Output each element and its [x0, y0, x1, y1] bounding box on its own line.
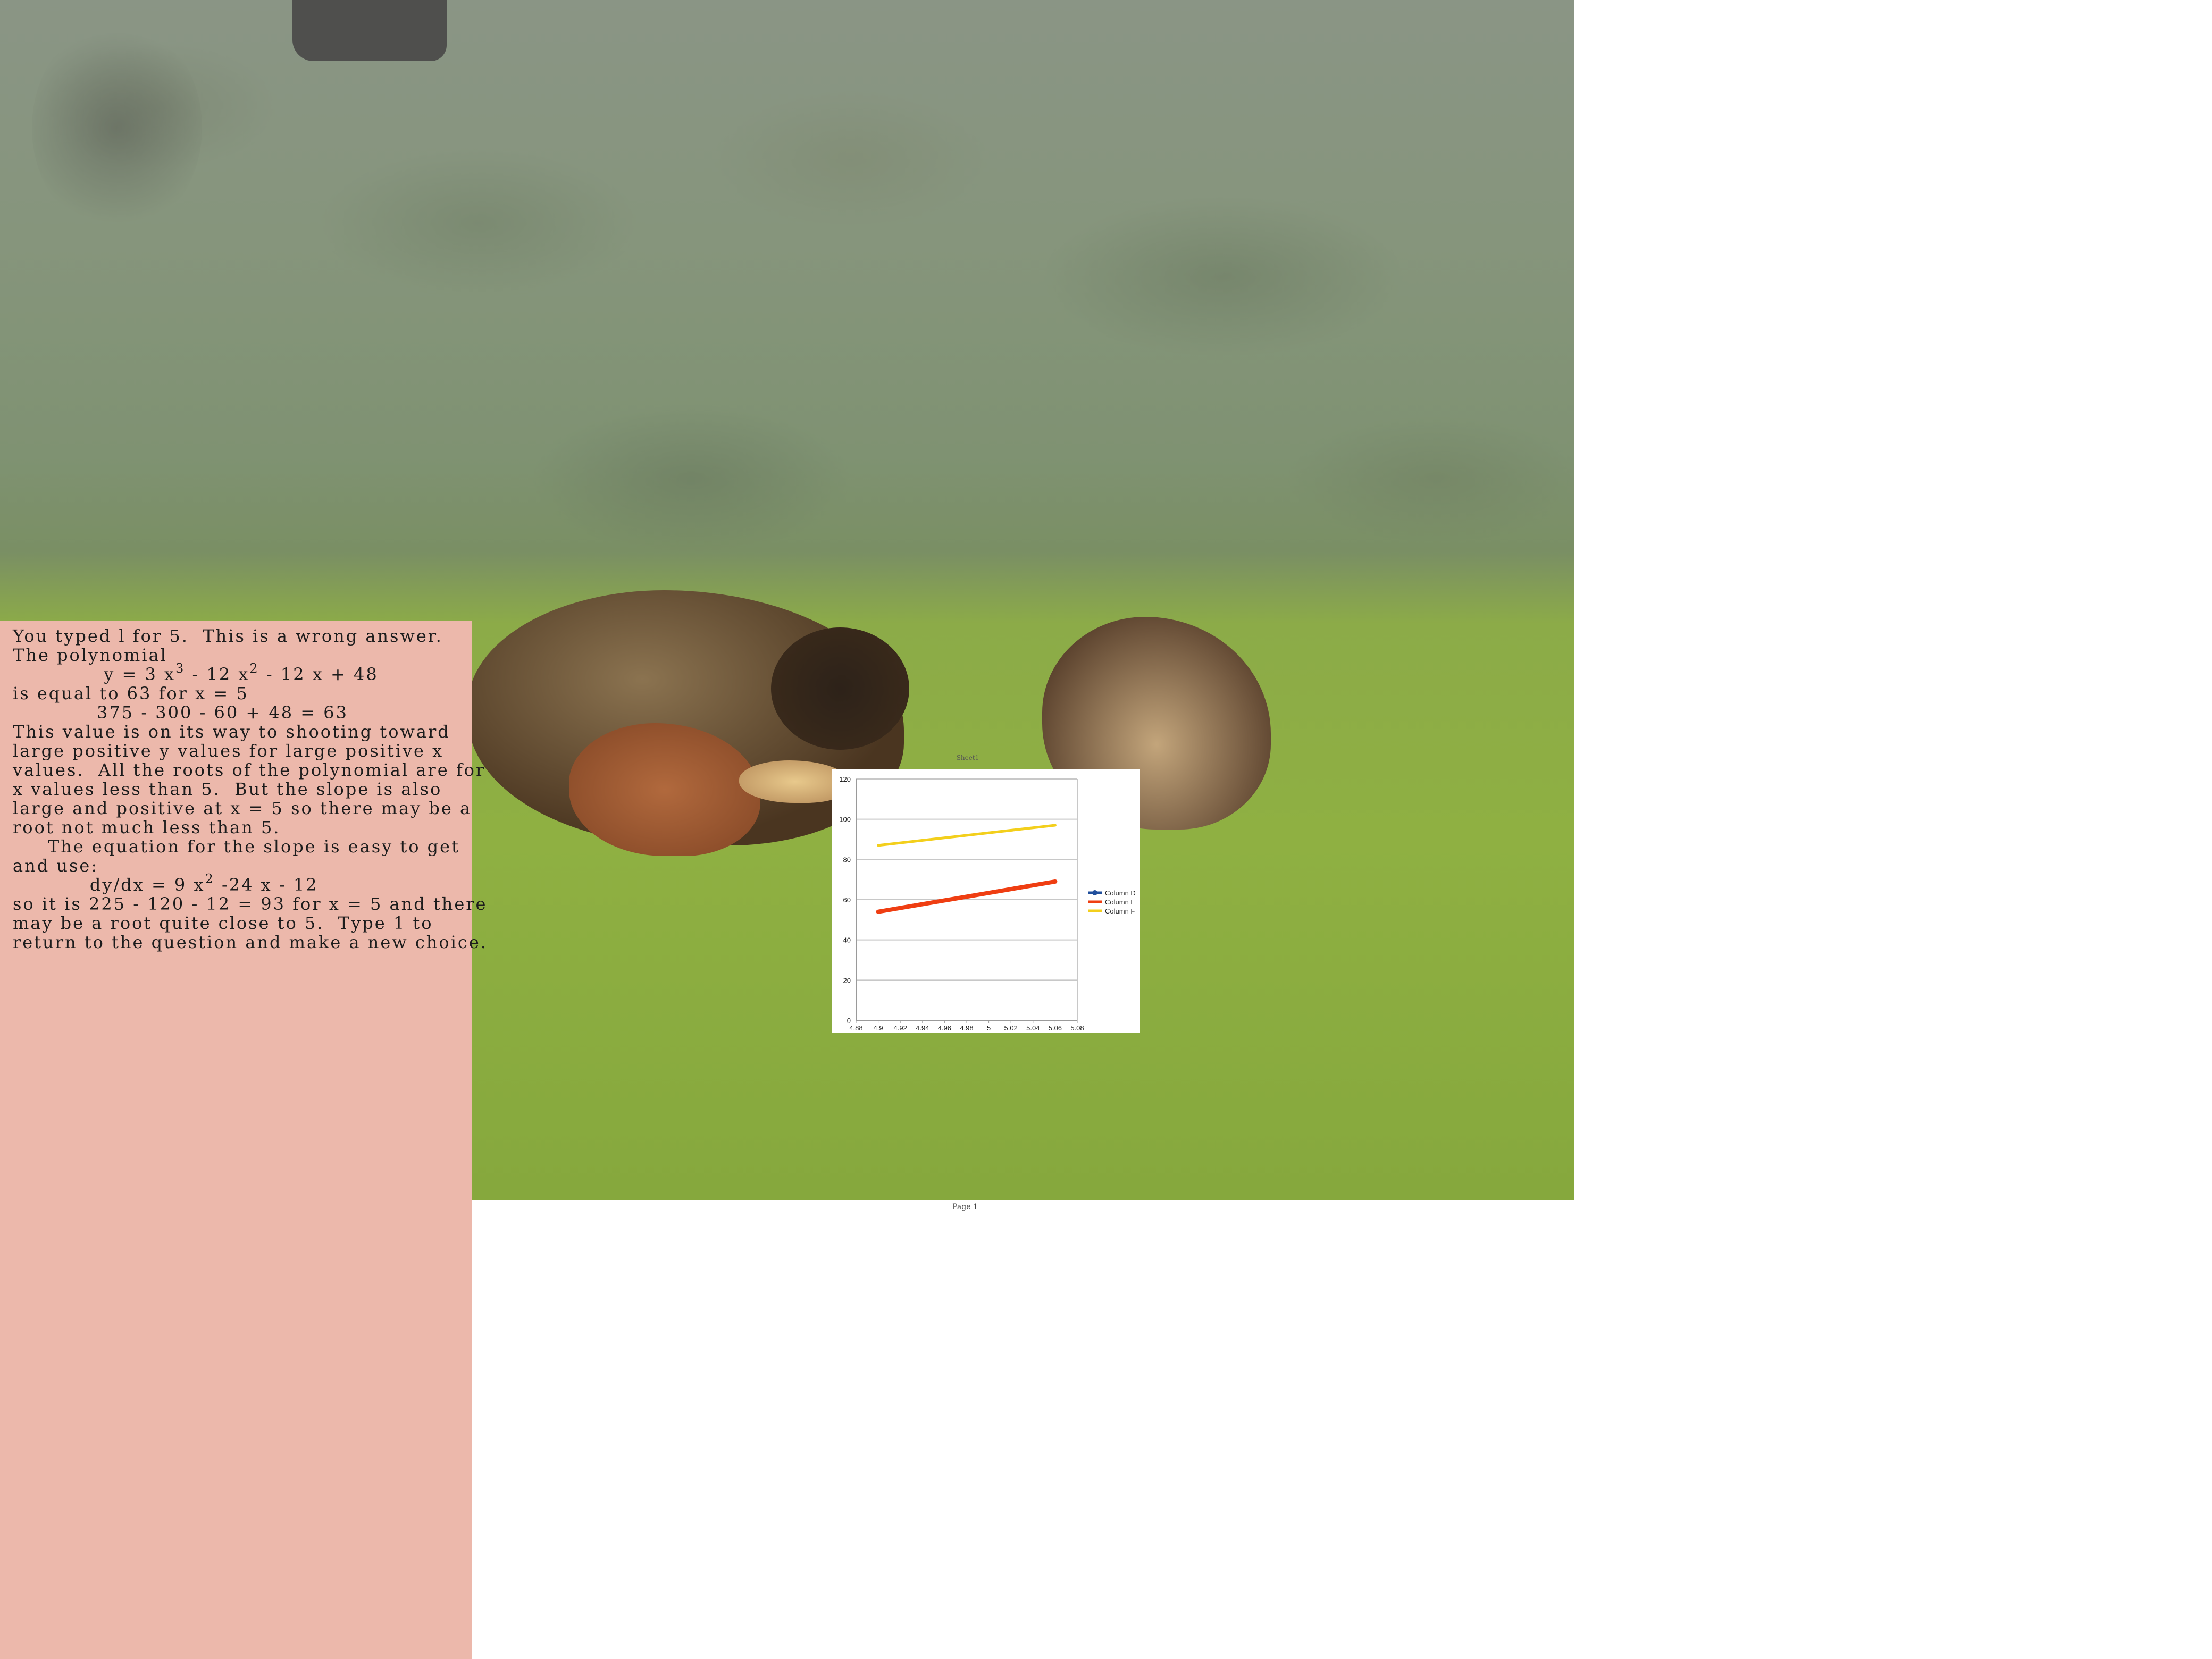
page-footer: Page 1 — [952, 1203, 978, 1211]
y-tick-label: 60 — [843, 896, 851, 904]
y-tick-label: 80 — [843, 856, 851, 864]
y-tick-label: 100 — [839, 816, 851, 824]
x-tick-label: 5 — [987, 1024, 991, 1032]
series-line-column-f — [877, 824, 1057, 847]
series-line-column-e — [876, 879, 1058, 914]
polynomial-part-c: - 12 x + 48 — [259, 664, 379, 684]
x-tick-label: 5.04 — [1026, 1024, 1040, 1032]
chart-svg: 0 20 40 60 80 100 120 4.88 4.9 4.92 4.94 4.96 4.98 5 5… — [839, 775, 1136, 1032]
shrub-tree — [32, 21, 202, 234]
x-tick-label: 5.08 — [1070, 1024, 1084, 1032]
panel-line-4: 375 - 300 - 60 + 48 = 63 — [13, 702, 348, 723]
slope-part-b: -24 x - 12 — [214, 875, 319, 895]
y-tick-label: 20 — [843, 976, 851, 984]
panel-line-14: may be a root quite close to 5. Type 1 t… — [13, 913, 433, 933]
x-tick-label: 5.06 — [1049, 1024, 1062, 1032]
bison-adult-head — [771, 627, 909, 750]
panel-line-6: large positive y values for large positi… — [13, 741, 444, 761]
legend-label-column-e: Column E — [1105, 898, 1135, 906]
slope-exponent-2: 2 — [205, 872, 215, 886]
y-tick-label: 0 — [847, 1017, 851, 1025]
slope-part-a: dy/dx = 9 x — [13, 875, 205, 895]
panel-line-2: The polynomial — [13, 645, 167, 665]
panel-line-3: is equal to 63 for x = 5 — [13, 683, 249, 703]
panel-line-5: This value is on its way to shooting tow… — [13, 722, 450, 742]
panel-line-13: so it is 225 - 120 - 12 = 93 for x = 5 a… — [13, 894, 488, 914]
x-tick-label: 4.94 — [916, 1024, 929, 1032]
panel-line-1: You typed l for 5. This is a wrong answe… — [13, 626, 443, 646]
panel-line-9: large and positive at x = 5 so there may… — [13, 798, 472, 818]
panel-line-7: values. All the roots of the polynomial … — [13, 760, 486, 780]
panel-line-8: x values less than 5. But the slope is a… — [13, 779, 442, 799]
panel-line-11: The equation for the slope is easy to ge… — [13, 836, 460, 857]
y-tick-label: 40 — [843, 936, 851, 944]
slope-equation: dy/dx = 9 x2 -24 x - 12 — [13, 872, 319, 895]
legend-label-column-f: Column F — [1105, 907, 1135, 915]
x-tick-label: 5.02 — [1004, 1024, 1018, 1032]
line-chart: 0 20 40 60 80 100 120 4.88 4.9 4.92 4.94 4.96 4.98 5 5… — [832, 769, 1140, 1033]
legend-marker — [1092, 890, 1097, 895]
polynomial-equation: y = 3 x3 - 12 x2 - 12 x + 48 — [13, 661, 379, 684]
legend-label-column-d: Column D — [1105, 889, 1136, 897]
chart-sheet-label: Sheet1 — [956, 754, 979, 761]
panel-line-12: and use: — [13, 856, 99, 876]
y-tick-label: 120 — [839, 775, 851, 783]
explanation-panel: You typed l for 5. This is a wrong answe… — [0, 621, 486, 1659]
x-tick-label: 4.98 — [960, 1024, 973, 1032]
rock — [292, 0, 447, 61]
polynomial-exponent-2: 2 — [249, 661, 259, 676]
x-tick-label: 4.92 — [894, 1024, 907, 1032]
x-tick-label: 4.88 — [849, 1024, 862, 1032]
panel-line-15: return to the question and make a new ch… — [13, 932, 488, 952]
x-tick-label: 4.9 — [874, 1024, 883, 1032]
polynomial-exponent-3: 3 — [175, 661, 186, 676]
polynomial-part-a: y = 3 x — [13, 664, 176, 684]
explanation-text: You typed l for 5. This is a wrong answe… — [13, 626, 486, 952]
panel-line-10: root not much less than 5. — [13, 817, 281, 837]
x-tick-label: 4.96 — [938, 1024, 951, 1032]
polynomial-part-b: - 12 x — [185, 664, 250, 684]
